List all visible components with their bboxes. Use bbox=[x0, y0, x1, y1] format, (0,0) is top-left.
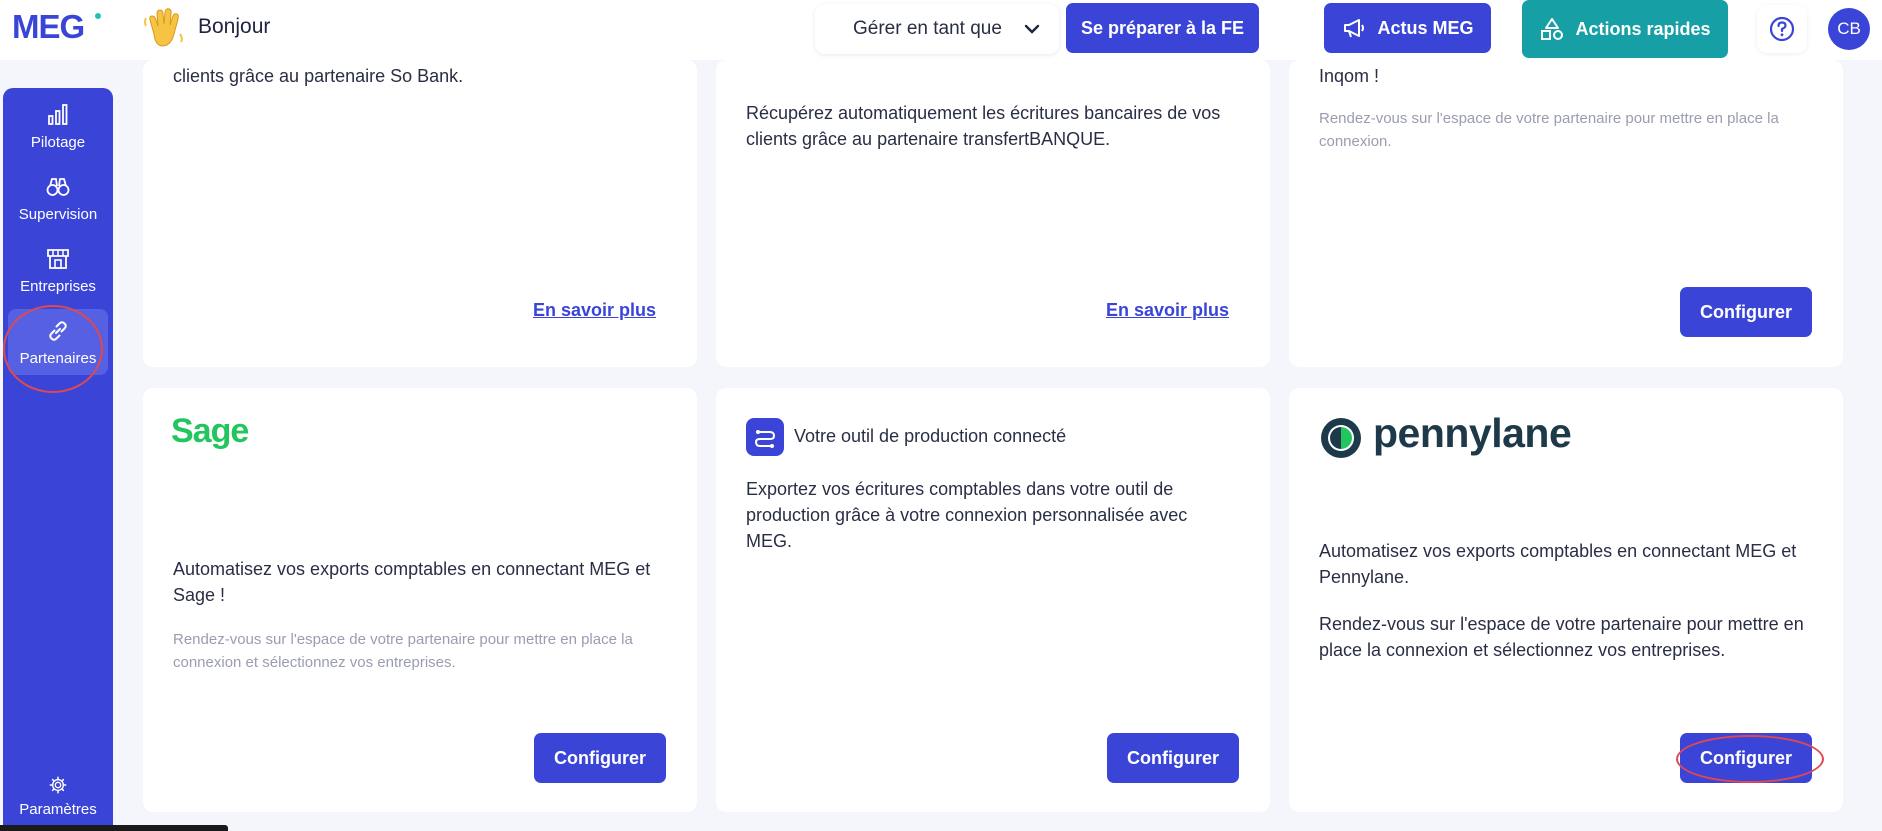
quick-actions-button[interactable]: Actions rapides bbox=[1522, 0, 1728, 58]
card-description: Automatisez vos exports comptables en co… bbox=[173, 559, 651, 605]
sidebar-item-label: Pilotage bbox=[30, 133, 86, 151]
store-icon bbox=[47, 248, 69, 269]
pennylane-logo-icon bbox=[1321, 418, 1361, 458]
connection-icon bbox=[746, 418, 784, 456]
card-description: Inqom ! bbox=[1319, 66, 1380, 86]
quick-actions-label: Actions rapides bbox=[1575, 18, 1711, 39]
meg-logo[interactable]: MEG bbox=[12, 8, 85, 46]
card-description: Automatisez vos exports comptables en co… bbox=[1319, 541, 1797, 587]
partner-card-sage: Sage Automatisez vos exports comptables … bbox=[143, 388, 697, 812]
configure-button[interactable]: Configurer bbox=[1680, 733, 1812, 783]
user-avatar[interactable]: CB bbox=[1828, 8, 1870, 50]
partner-card-production-tool: Votre outil de production connecté Expor… bbox=[716, 388, 1270, 812]
configure-button[interactable]: Configurer bbox=[534, 733, 666, 783]
partner-card-pennylane: pennylane Automatisez vos exports compta… bbox=[1289, 388, 1843, 812]
sidebar-item-label: Entreprises bbox=[20, 277, 96, 295]
actus-meg-label: Actus MEG bbox=[1377, 17, 1474, 38]
link-icon bbox=[49, 320, 67, 341]
card-description-secondary: Rendez-vous sur l'espace de votre parten… bbox=[1319, 614, 1804, 660]
learn-more-link[interactable]: En savoir plus bbox=[533, 300, 656, 321]
prepare-fe-button[interactable]: Se préparer à la FE bbox=[1066, 3, 1259, 53]
partner-card-sobank: clients grâce au partenaire So Bank. En … bbox=[143, 60, 697, 367]
manage-as-label: Gérer en tant que bbox=[853, 18, 1002, 39]
sidebar-item-supervision[interactable]: Supervision bbox=[3, 165, 113, 231]
manage-as-dropdown[interactable]: Gérer en tant que bbox=[815, 4, 1059, 54]
sage-logo: Sage bbox=[171, 412, 249, 450]
prepare-fe-label: Se préparer à la FE bbox=[1080, 17, 1245, 38]
help-button[interactable] bbox=[1757, 5, 1807, 53]
card-description: Récupérez automatiquement les écritures … bbox=[746, 103, 1221, 149]
sidebar-item-parametres[interactable]: Paramètres bbox=[3, 763, 113, 829]
card-title: Votre outil de production connecté bbox=[794, 426, 1067, 446]
sidebar: Pilotage Supervision Entreprises Partena… bbox=[3, 88, 113, 831]
partner-card-inqom: Inqom ! Rendez-vous sur l'espace de votr… bbox=[1289, 60, 1843, 367]
chevron-down-icon bbox=[1024, 24, 1040, 34]
configure-button[interactable]: Configurer bbox=[1680, 287, 1812, 337]
greeting-text: Bonjour bbox=[198, 15, 271, 38]
sidebar-item-partenaires[interactable]: Partenaires bbox=[8, 309, 108, 375]
gear-icon bbox=[49, 776, 67, 793]
binoculars-icon bbox=[46, 177, 70, 196]
bottom-scrollbar[interactable] bbox=[0, 825, 228, 831]
waving-hand-icon bbox=[144, 8, 183, 47]
logo-dot bbox=[95, 13, 101, 19]
megaphone-icon bbox=[1344, 19, 1365, 38]
pennylane-logo: pennylane bbox=[1373, 410, 1572, 456]
bar-chart-icon bbox=[48, 103, 68, 125]
sidebar-item-entreprises[interactable]: Entreprises bbox=[3, 237, 113, 303]
shapes-icon bbox=[1541, 18, 1564, 40]
question-icon bbox=[1769, 16, 1795, 42]
sidebar-item-label: Partenaires bbox=[19, 349, 97, 367]
configure-button[interactable]: Configurer bbox=[1107, 733, 1239, 783]
sidebar-item-label: Paramètres bbox=[19, 800, 97, 818]
sidebar-item-pilotage[interactable]: Pilotage bbox=[3, 93, 113, 159]
card-subtext: Rendez-vous sur l'espace de votre parten… bbox=[173, 631, 633, 671]
sidebar-item-label: Supervision bbox=[18, 205, 98, 223]
card-subtext: Rendez-vous sur l'espace de votre parten… bbox=[1319, 110, 1779, 150]
actus-meg-button[interactable]: Actus MEG bbox=[1324, 3, 1491, 53]
card-description: clients grâce au partenaire So Bank. bbox=[173, 66, 464, 86]
top-header: MEG Bonjour Gérer en tant que Se prépare… bbox=[0, 0, 1882, 60]
card-description: Exportez vos écritures comptables dans v… bbox=[746, 479, 1188, 551]
partner-card-transfertbanque: Récupérez automatiquement les écritures … bbox=[716, 60, 1270, 367]
learn-more-link[interactable]: En savoir plus bbox=[1106, 300, 1229, 321]
